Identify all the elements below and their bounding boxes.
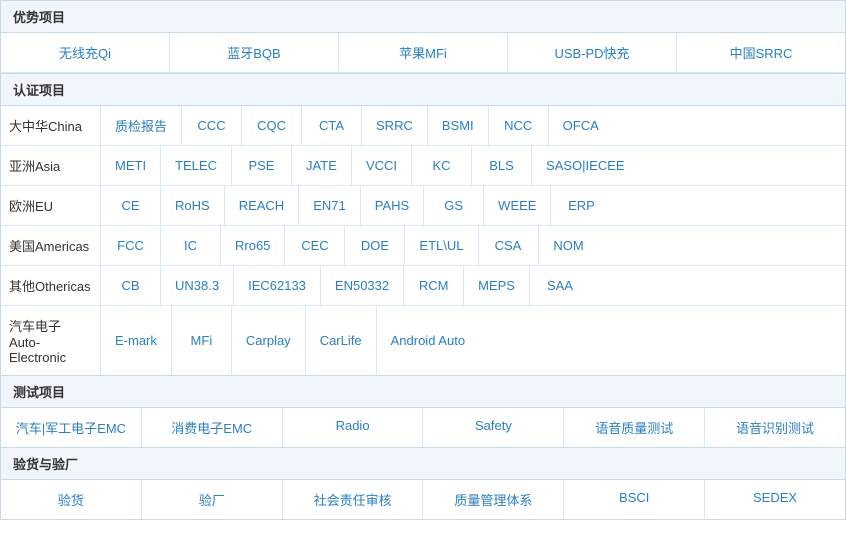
inspect-item[interactable]: BSCI xyxy=(564,480,705,519)
cert-item[interactable]: GS xyxy=(424,186,484,225)
test-item[interactable]: Radio xyxy=(283,408,424,447)
cert-row-label: 亚洲Asia xyxy=(1,146,101,185)
cert-item[interactable]: BSMI xyxy=(428,106,489,145)
cert-row: 欧洲EUCERoHSREACHEN71PAHSGSWEEEERP xyxy=(1,186,845,226)
cert-item[interactable]: IEC62133 xyxy=(234,266,321,305)
cert-item[interactable]: CB xyxy=(101,266,161,305)
cert-row-items: CERoHSREACHEN71PAHSGSWEEEERP xyxy=(101,186,845,225)
cert-item[interactable]: RCM xyxy=(404,266,464,305)
cert-item[interactable]: SAA xyxy=(530,266,590,305)
cert-item[interactable]: ETL\UL xyxy=(405,226,478,265)
cert-row: 美国AmericasFCCICRro65CECDOEETL\ULCSANOM xyxy=(1,226,845,266)
cert-row-items: METITELECPSEJATEVCCIKCBLSSASO|IECEE xyxy=(101,146,845,185)
cert-item[interactable]: SASO|IECEE xyxy=(532,146,639,185)
cert-item[interactable]: CTA xyxy=(302,106,362,145)
cert-item[interactable]: OFCA xyxy=(549,106,613,145)
cert-row: 亚洲AsiaMETITELECPSEJATEVCCIKCBLSSASO|IECE… xyxy=(1,146,845,186)
cert-item[interactable]: EN50332 xyxy=(321,266,404,305)
cert-item[interactable]: PAHS xyxy=(361,186,424,225)
cert-row-label: 美国Americas xyxy=(1,226,101,265)
cert-item[interactable]: ERP xyxy=(551,186,611,225)
testing-header: 测试项目 xyxy=(1,376,845,408)
cert-item[interactable]: CEC xyxy=(285,226,345,265)
test-item[interactable]: 语音质量测试 xyxy=(564,408,705,447)
cert-item[interactable]: JATE xyxy=(292,146,352,185)
testing-section: 测试项目 汽车|军工电子EMC消费电子EMCRadioSafety语音质量测试语… xyxy=(0,376,846,448)
testing-row: 汽车|军工电子EMC消费电子EMCRadioSafety语音质量测试语音识别测试 xyxy=(1,408,845,447)
cert-item[interactable]: NOM xyxy=(539,226,599,265)
cert-row-label: 汽车电子Auto-Electronic xyxy=(1,306,101,375)
cert-item[interactable]: EN71 xyxy=(299,186,361,225)
cert-item[interactable]: UN38.3 xyxy=(161,266,234,305)
test-item[interactable]: 汽车|军工电子EMC xyxy=(1,408,142,447)
advantage-item[interactable]: 苹果MFi xyxy=(339,33,508,72)
cert-item[interactable]: TELEC xyxy=(161,146,232,185)
certification-section: 认证项目 大中华China质检报告CCCCQCCTASRRCBSMINCCOFC… xyxy=(0,74,846,376)
cert-item[interactable]: Android Auto xyxy=(377,306,479,375)
cert-item[interactable]: WEEE xyxy=(484,186,551,225)
cert-item[interactable]: VCCI xyxy=(352,146,412,185)
advantage-row: 无线充Qi蓝牙BQB苹果MFiUSB-PD快充中国SRRC xyxy=(1,33,845,73)
inspect-item[interactable]: 社会责任审核 xyxy=(283,480,424,519)
advantage-header: 优势项目 xyxy=(1,1,845,33)
cert-item[interactable]: Rro65 xyxy=(221,226,285,265)
inspection-row: 验货验厂社会责任审核质量管理体系BSCISEDEX xyxy=(1,480,845,519)
cert-item[interactable]: SRRC xyxy=(362,106,428,145)
cert-item[interactable]: CCC xyxy=(182,106,242,145)
cert-item[interactable]: METI xyxy=(101,146,161,185)
cert-item[interactable]: RoHS xyxy=(161,186,225,225)
cert-row: 大中华China质检报告CCCCQCCTASRRCBSMINCCOFCA xyxy=(1,106,845,146)
cert-item[interactable]: BLS xyxy=(472,146,532,185)
cert-item[interactable]: REACH xyxy=(225,186,300,225)
inspect-item[interactable]: SEDEX xyxy=(705,480,845,519)
cert-item[interactable]: PSE xyxy=(232,146,292,185)
cert-item[interactable]: FCC xyxy=(101,226,161,265)
cert-item[interactable]: Carplay xyxy=(232,306,306,375)
cert-row: 汽车电子Auto-ElectronicE-markMFiCarplayCarLi… xyxy=(1,306,845,375)
cert-row-items: FCCICRro65CECDOEETL\ULCSANOM xyxy=(101,226,845,265)
inspection-header: 验货与验厂 xyxy=(1,448,845,480)
advantage-item[interactable]: USB-PD快充 xyxy=(508,33,677,72)
cert-row-label: 欧洲EU xyxy=(1,186,101,225)
cert-row-items: E-markMFiCarplayCarLifeAndroid Auto xyxy=(101,306,845,375)
test-item[interactable]: Safety xyxy=(423,408,564,447)
cert-row-label: 大中华China xyxy=(1,106,101,145)
inspection-section: 验货与验厂 验货验厂社会责任审核质量管理体系BSCISEDEX xyxy=(0,448,846,520)
certification-body: 大中华China质检报告CCCCQCCTASRRCBSMINCCOFCA亚洲As… xyxy=(1,106,845,375)
cert-item[interactable]: KC xyxy=(412,146,472,185)
cert-item[interactable]: DOE xyxy=(345,226,405,265)
cert-item[interactable]: MEPS xyxy=(464,266,530,305)
advantage-item[interactable]: 中国SRRC xyxy=(677,33,845,72)
certification-header: 认证项目 xyxy=(1,74,845,106)
cert-item[interactable]: IC xyxy=(161,226,221,265)
inspect-item[interactable]: 质量管理体系 xyxy=(423,480,564,519)
cert-row: 其他OthericasCBUN38.3IEC62133EN50332RCMMEP… xyxy=(1,266,845,306)
test-item[interactable]: 消费电子EMC xyxy=(142,408,283,447)
cert-item[interactable]: E-mark xyxy=(101,306,172,375)
cert-row-items: CBUN38.3IEC62133EN50332RCMMEPSSAA xyxy=(101,266,845,305)
cert-item[interactable]: CQC xyxy=(242,106,302,145)
advantage-section: 优势项目 无线充Qi蓝牙BQB苹果MFiUSB-PD快充中国SRRC xyxy=(0,0,846,74)
cert-item[interactable]: CarLife xyxy=(306,306,377,375)
cert-row-label: 其他Othericas xyxy=(1,266,101,305)
cert-item[interactable]: 质检报告 xyxy=(101,106,182,145)
advantage-item[interactable]: 蓝牙BQB xyxy=(170,33,339,72)
inspect-item[interactable]: 验货 xyxy=(1,480,142,519)
advantage-item[interactable]: 无线充Qi xyxy=(1,33,170,72)
test-item[interactable]: 语音识别测试 xyxy=(705,408,845,447)
cert-item[interactable]: CSA xyxy=(479,226,539,265)
cert-item[interactable]: NCC xyxy=(489,106,549,145)
cert-item[interactable]: MFi xyxy=(172,306,232,375)
cert-item[interactable]: CE xyxy=(101,186,161,225)
cert-row-items: 质检报告CCCCQCCTASRRCBSMINCCOFCA xyxy=(101,106,845,145)
inspect-item[interactable]: 验厂 xyxy=(142,480,283,519)
